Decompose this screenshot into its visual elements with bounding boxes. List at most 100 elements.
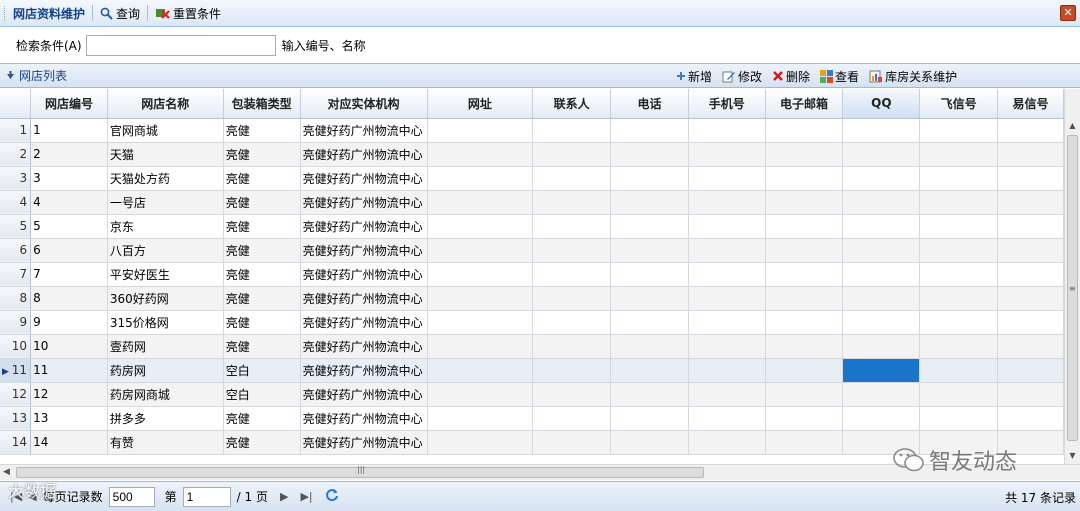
cell-org[interactable]: 亮健好药广州物流中心: [300, 286, 428, 311]
cell-shop-name[interactable]: 天猫处方药: [107, 166, 224, 191]
cell-url[interactable]: [427, 286, 534, 311]
row-number[interactable]: 1: [0, 118, 32, 143]
next-page-icon[interactable]: ▶: [280, 490, 288, 503]
cell-yixin[interactable]: [997, 214, 1064, 239]
table-row[interactable]: 10 10 壹药网 亮健 亮健好药广州物流中心: [0, 334, 1064, 359]
cell-phone[interactable]: [610, 358, 689, 383]
add-button[interactable]: 新增: [676, 68, 712, 85]
cell-box-type[interactable]: 亮健: [223, 142, 301, 167]
column-header[interactable]: 网址: [427, 89, 534, 119]
cell-mobile[interactable]: [688, 190, 766, 215]
column-header[interactable]: 电话: [610, 89, 689, 119]
cell-org[interactable]: 亮健好药广州物流中心: [300, 358, 428, 383]
column-header[interactable]: 手机号: [688, 89, 766, 119]
cell-shop-name[interactable]: 药房网: [107, 358, 224, 383]
cell-yixin[interactable]: [997, 334, 1064, 359]
row-number[interactable]: 12: [0, 382, 32, 407]
cell-yixin[interactable]: [997, 118, 1064, 143]
cell-contact[interactable]: [532, 310, 612, 335]
table-row[interactable]: 5 5 京东 亮健 亮健好药广州物流中心: [0, 214, 1064, 239]
cell-phone[interactable]: [610, 430, 689, 455]
cell-email[interactable]: [765, 118, 844, 143]
cell-email[interactable]: [765, 190, 844, 215]
cell-qq[interactable]: [842, 214, 921, 239]
cell-qq[interactable]: [842, 190, 921, 215]
cell-org[interactable]: 亮健好药广州物流中心: [300, 406, 428, 431]
row-number[interactable]: ▶ 11: [0, 358, 32, 383]
cell-qq[interactable]: [842, 238, 921, 263]
cell-shop-name[interactable]: 壹药网: [107, 334, 224, 359]
cell-shop-name[interactable]: 官网商城: [107, 118, 224, 143]
cell-email[interactable]: [765, 262, 844, 287]
cell-fetion[interactable]: [919, 142, 999, 167]
cell-shop-id[interactable]: 8: [30, 286, 108, 311]
cell-email[interactable]: [765, 382, 844, 407]
cell-mobile[interactable]: [688, 358, 766, 383]
cell-org[interactable]: 亮健好药广州物流中心: [300, 118, 428, 143]
cell-fetion[interactable]: [919, 166, 999, 191]
cell-shop-id[interactable]: 2: [30, 142, 108, 167]
vertical-scrollbar[interactable]: ▲ ≡ ▼: [1064, 89, 1080, 464]
row-number[interactable]: 4: [0, 190, 32, 215]
cell-qq[interactable]: [842, 166, 921, 191]
cell-email[interactable]: [765, 142, 844, 167]
row-number[interactable]: 8: [0, 286, 32, 311]
cell-box-type[interactable]: 亮健: [223, 166, 301, 191]
cell-mobile[interactable]: [688, 238, 766, 263]
cell-box-type[interactable]: 亮健: [223, 406, 301, 431]
cell-box-type[interactable]: 亮健: [223, 214, 301, 239]
cell-url[interactable]: [427, 310, 534, 335]
warehouse-button[interactable]: 库房关系维护: [869, 68, 957, 85]
search-input[interactable]: [85, 34, 276, 56]
page-number-input[interactable]: [182, 486, 231, 507]
cell-qq[interactable]: [842, 262, 921, 287]
row-number[interactable]: 3: [0, 166, 32, 191]
scroll-thumb[interactable]: |||: [16, 465, 704, 478]
cell-fetion[interactable]: [919, 118, 999, 143]
cell-shop-id[interactable]: 12: [30, 382, 108, 407]
cell-phone[interactable]: [610, 142, 689, 167]
cell-mobile[interactable]: [688, 262, 766, 287]
cell-qq[interactable]: [842, 382, 921, 407]
cell-url[interactable]: [427, 118, 534, 143]
cell-box-type[interactable]: 亮健: [223, 190, 301, 215]
row-number[interactable]: 9: [0, 310, 32, 335]
cell-mobile[interactable]: [688, 286, 766, 311]
cell-contact[interactable]: [532, 190, 612, 215]
cell-shop-id[interactable]: 13: [30, 406, 108, 431]
cell-yixin[interactable]: [997, 286, 1064, 311]
cell-yixin[interactable]: [997, 406, 1064, 431]
table-row[interactable]: 2 2 天猫 亮健 亮健好药广州物流中心: [0, 142, 1064, 167]
cell-shop-name[interactable]: 315价格网: [107, 310, 224, 335]
cell-org[interactable]: 亮健好药广州物流中心: [300, 262, 428, 287]
cell-mobile[interactable]: [688, 334, 766, 359]
cell-mobile[interactable]: [688, 214, 766, 239]
cell-yixin[interactable]: [997, 238, 1064, 263]
cell-fetion[interactable]: [919, 334, 999, 359]
row-number[interactable]: 5: [0, 214, 32, 239]
cell-box-type[interactable]: 亮健: [223, 262, 301, 287]
cell-shop-name[interactable]: 一号店: [107, 190, 224, 215]
cell-shop-name[interactable]: 平安好医生: [107, 262, 224, 287]
cell-yixin[interactable]: [997, 310, 1064, 335]
cell-email[interactable]: [765, 430, 844, 455]
cell-yixin[interactable]: [997, 142, 1064, 167]
row-number[interactable]: 6: [0, 238, 32, 263]
cell-qq[interactable]: [842, 358, 921, 383]
cell-shop-id[interactable]: 7: [30, 262, 108, 287]
cell-url[interactable]: [427, 262, 534, 287]
column-header[interactable]: 包装箱类型: [223, 89, 301, 119]
cell-email[interactable]: [765, 406, 844, 431]
table-row[interactable]: 13 13 拼多多 亮健 亮健好药广州物流中心: [0, 406, 1064, 431]
cell-shop-name[interactable]: 拼多多: [107, 406, 224, 431]
cell-mobile[interactable]: [688, 406, 766, 431]
cell-box-type[interactable]: 空白: [223, 358, 301, 383]
cell-box-type[interactable]: 亮健: [223, 286, 301, 311]
row-number[interactable]: 7: [0, 262, 32, 287]
cell-qq[interactable]: [842, 118, 921, 143]
cell-yixin[interactable]: [997, 382, 1064, 407]
cell-qq[interactable]: [842, 286, 921, 311]
cell-email[interactable]: [765, 334, 844, 359]
cell-email[interactable]: [765, 238, 844, 263]
query-button[interactable]: 查询: [100, 5, 140, 22]
